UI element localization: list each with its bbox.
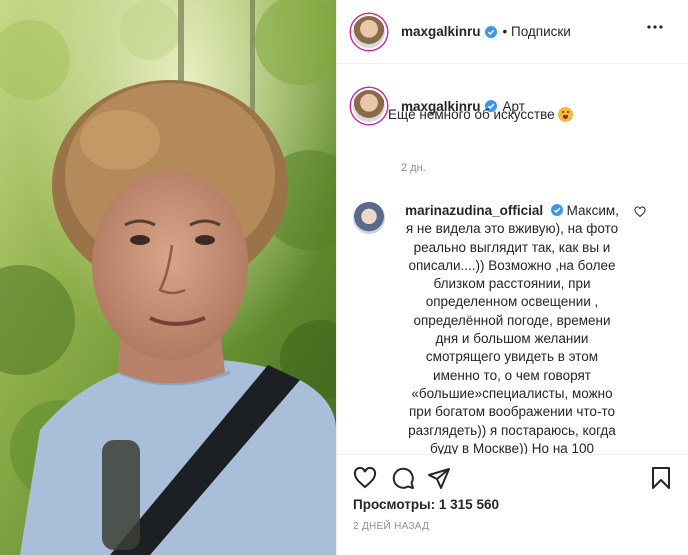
post-date[interactable]: 2 ДНЕЙ НАЗАД xyxy=(353,521,429,532)
views-count[interactable]: Просмотры: 1 315 560 xyxy=(353,497,499,512)
more-icon[interactable] xyxy=(647,25,663,29)
post-actions: Просмотры: 1 315 560 2 ДНЕЙ НАЗАД xyxy=(337,454,688,555)
post-modal: maxgalkinru • Подписки maxgalkinru Арт Е… xyxy=(0,0,688,555)
comment-like-heart-icon[interactable] xyxy=(634,206,646,218)
views-number: 1 315 560 xyxy=(438,497,499,512)
comment-text: Максим, я не видела это вживую), на фото… xyxy=(405,203,619,454)
post-side-panel: maxgalkinru • Подписки maxgalkinru Арт Е… xyxy=(336,0,688,555)
views-label: Просмотры: xyxy=(353,497,436,512)
commenter-avatar[interactable] xyxy=(351,200,387,236)
author-username[interactable]: maxgalkinru xyxy=(401,24,481,39)
post-header: maxgalkinru • Подписки xyxy=(337,0,688,64)
comments-area[interactable]: maxgalkinru Арт Ещё немного об искусстве… xyxy=(337,64,688,454)
caption-avatar[interactable] xyxy=(351,88,387,124)
smile-emoji-icon xyxy=(557,107,573,122)
verified-icon xyxy=(550,204,563,216)
post-media[interactable] xyxy=(0,0,336,555)
comment-body: marinazudina_official Максим, я не видел… xyxy=(402,202,622,454)
follow-status[interactable]: • Подписки xyxy=(503,24,571,39)
caption-text-body: Ещё немного об искусстве xyxy=(388,107,555,122)
heart-icon[interactable] xyxy=(353,466,377,490)
video-frame xyxy=(0,0,336,555)
comment-icon[interactable] xyxy=(391,466,415,490)
verified-icon xyxy=(484,25,497,38)
caption-text: Ещё немного об искусстве xyxy=(388,106,573,124)
caption-time[interactable]: 2 дн. xyxy=(401,162,426,174)
share-icon[interactable] xyxy=(427,466,451,490)
author-avatar[interactable] xyxy=(351,13,387,50)
bookmark-icon[interactable] xyxy=(649,466,673,490)
commenter-username[interactable]: marinazudina_official xyxy=(405,203,543,218)
